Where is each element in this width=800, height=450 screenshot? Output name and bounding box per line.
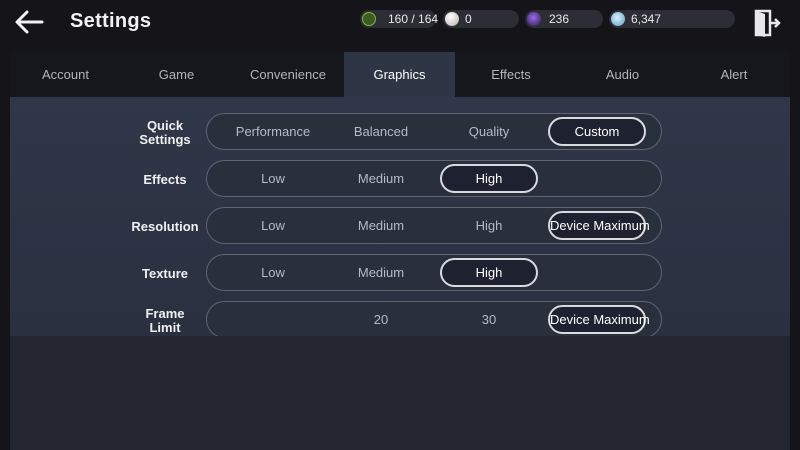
frame-limit-option-device-maximum[interactable]: Device Maximum [548,305,650,334]
panel-footer-area [10,336,790,450]
pearl-value: 0 [465,12,472,26]
stamina-value: 160 / 164 [388,12,439,26]
exit-button[interactable] [754,8,782,38]
page-title: Settings [70,10,152,32]
resource-silver: 6,347 [609,10,735,28]
effects-option-medium[interactable]: Medium [332,164,430,193]
tab-audio[interactable]: Audio [567,52,678,97]
effects-selector: Low Medium High [206,160,662,197]
texture-option-medium[interactable]: Medium [332,258,430,287]
tab-graphics[interactable]: Graphics [344,52,455,97]
quick-option-performance[interactable]: Performance [224,117,322,146]
texture-option-high[interactable]: High [440,258,538,287]
texture-option-low[interactable]: Low [224,258,322,287]
exit-door-icon [754,9,781,37]
pearl-icon [445,12,459,26]
effects-option-high[interactable]: High [440,164,538,193]
tab-account[interactable]: Account [10,52,121,97]
quick-option-balanced[interactable]: Balanced [332,117,430,146]
settings-panel: Account Game Convenience Graphics Effect… [10,52,790,450]
frame-limit-option-30[interactable]: 30 [440,305,538,334]
resource-pearl: 0 [443,10,519,28]
effects-option-low[interactable]: Low [224,164,322,193]
resolution-option-medium[interactable]: Medium [332,211,430,240]
frame-limit-option-20[interactable]: 20 [332,305,430,334]
texture-selector: Low Medium High [206,254,662,291]
resolution-option-low[interactable]: Low [224,211,322,240]
top-bar: Settings 160 / 164 0 236 6,347 [0,0,800,52]
tab-bar: Account Game Convenience Graphics Effect… [10,52,790,97]
resolution-option-device-maximum[interactable]: Device Maximum [548,211,650,240]
tab-effects[interactable]: Effects [455,52,567,97]
quick-option-quality[interactable]: Quality [440,117,538,146]
quick-settings-selector: Performance Balanced Quality Custom [206,113,662,150]
resource-stamina: 160 / 164 [360,10,439,28]
dark-gem-value: 236 [549,12,570,26]
back-arrow-icon [15,10,44,34]
resolution-option-high[interactable]: High [440,211,538,240]
quick-option-custom[interactable]: Custom [548,117,646,146]
resource-dark-gem: 236 [525,10,603,28]
back-button[interactable] [14,8,48,38]
dark-gem-icon [527,12,541,26]
tab-game[interactable]: Game [121,52,232,97]
graphics-settings-content: Quick Settings Performance Balanced Qual… [10,97,790,336]
tab-alert[interactable]: Alert [678,52,790,97]
resolution-selector: Low Medium High Device Maximum [206,207,662,244]
silver-value: 6,347 [631,12,662,26]
frame-limit-selector: 20 30 Device Maximum [206,301,662,336]
silver-coin-icon [611,12,625,26]
stamina-icon [362,12,376,26]
tab-convenience[interactable]: Convenience [232,52,344,97]
